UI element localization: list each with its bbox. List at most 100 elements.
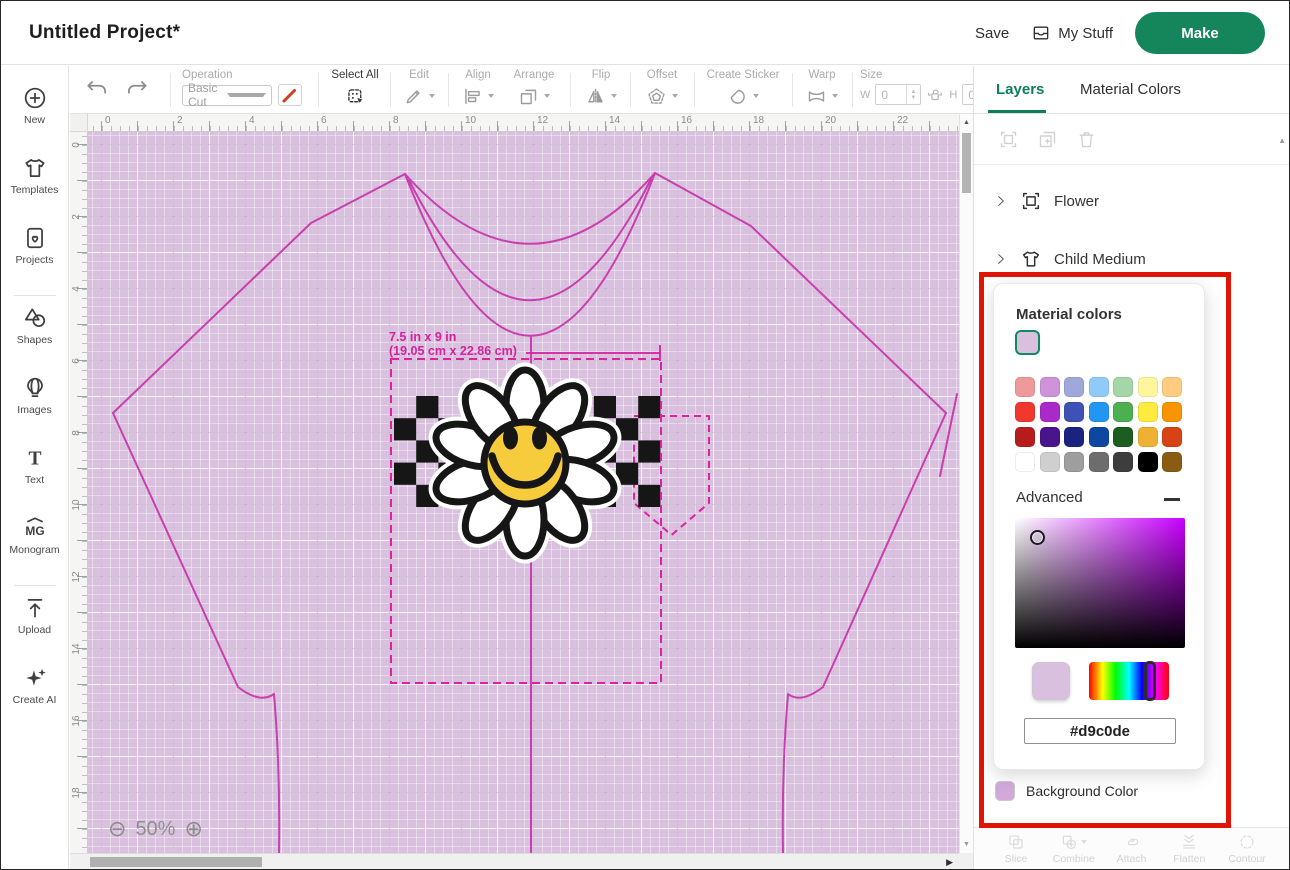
chevron-down-icon [429, 94, 435, 98]
sidebar-item-label: Upload [18, 624, 51, 636]
color-swatch[interactable] [1089, 402, 1109, 422]
tab-layers[interactable]: Layers [996, 66, 1044, 114]
align-button[interactable]: Align [454, 69, 502, 108]
app-window: Untitled Project* Save My Stuff Make New… [0, 0, 1290, 870]
undo-button[interactable] [84, 76, 112, 104]
edit-button[interactable]: Edit [396, 69, 442, 108]
sidebar-item-text[interactable]: TText [1, 445, 68, 491]
layer-row[interactable]: Child Medium [974, 236, 1277, 282]
horizontal-scroll-thumb[interactable] [90, 857, 262, 867]
color-swatch[interactable] [1064, 402, 1084, 422]
offset-button[interactable]: Offset [636, 69, 688, 108]
color-swatch[interactable] [1015, 427, 1035, 447]
color-swatch[interactable] [1015, 402, 1035, 422]
color-swatch[interactable] [1138, 377, 1158, 397]
color-swatch[interactable] [1162, 377, 1182, 397]
color-swatch[interactable] [1162, 427, 1182, 447]
color-swatch[interactable] [1113, 377, 1133, 397]
color-swatch[interactable] [1113, 452, 1133, 472]
duplicate-button[interactable] [1037, 129, 1058, 150]
ruler-number: 18 [753, 115, 764, 126]
zoom-in-button[interactable]: ⊕ [184, 819, 202, 841]
canvas-horizontal-scrollbar[interactable]: ▶ [70, 853, 959, 870]
color-swatch[interactable] [1040, 452, 1060, 472]
canvas-vertical-scrollbar[interactable]: ▲ ▼ [959, 114, 973, 853]
color-swatch[interactable] [1113, 427, 1133, 447]
zoom-control: ⊖ 50% ⊕ [108, 818, 203, 841]
selected-material-color[interactable] [1015, 330, 1040, 355]
warp-button[interactable]: Warp [798, 69, 846, 108]
chevron-right-icon[interactable] [994, 194, 1008, 208]
slice-button[interactable]: Slice [988, 833, 1044, 865]
pen-color-chip[interactable] [278, 84, 302, 106]
zoom-level: 50% [135, 818, 175, 841]
hex-color-input[interactable] [1024, 718, 1176, 744]
layer-row[interactable]: Flower [974, 178, 1277, 224]
ruler-number: 16 [71, 713, 85, 729]
zoom-out-button[interactable]: ⊖ [108, 819, 126, 841]
sidebar-item-templates[interactable]: Templates [1, 155, 68, 201]
sidebar-item-upload[interactable]: Upload [1, 595, 68, 641]
color-swatch[interactable] [1162, 402, 1182, 422]
color-swatch[interactable] [1064, 377, 1084, 397]
color-swatch[interactable] [1089, 452, 1109, 472]
sidebar-item-monogram[interactable]: MGMonogram [1, 515, 68, 561]
color-swatch[interactable] [1113, 402, 1133, 422]
sidebar-item-shapes[interactable]: Shapes [1, 305, 68, 351]
tab-material-colors[interactable]: Material Colors [1080, 66, 1181, 114]
redo-button[interactable] [124, 76, 152, 104]
scroll-up-icon[interactable]: ▲ [960, 119, 973, 126]
flip-button[interactable]: Flip [578, 69, 624, 108]
color-swatch[interactable] [1015, 377, 1035, 397]
collapse-icon[interactable] [1164, 498, 1180, 501]
select-all-button[interactable]: Select All [326, 69, 384, 108]
color-swatch[interactable] [1138, 427, 1158, 447]
canvas-grid[interactable]: 7.5 in x 9 in (19.05 cm x 22.86 cm) ⊖ 50… [88, 132, 959, 853]
sidebar-item-new[interactable]: New [1, 85, 68, 131]
lock-icon[interactable] [926, 86, 944, 104]
popup-title: Material colors [1016, 306, 1122, 323]
color-swatch[interactable] [1138, 452, 1158, 472]
color-swatch[interactable] [1064, 452, 1084, 472]
sidebar-item-create-ai[interactable]: Create AI [1, 665, 68, 711]
sidebar-item-projects[interactable]: Projects [1, 225, 68, 271]
color-swatch[interactable] [1064, 427, 1084, 447]
width-input[interactable]: ▲▼ [875, 84, 921, 105]
flatten-button[interactable]: Flatten [1161, 833, 1217, 865]
background-color-row[interactable]: Background Color [995, 781, 1138, 801]
color-swatch[interactable] [1089, 377, 1109, 397]
color-swatch[interactable] [1040, 402, 1060, 422]
delete-button[interactable] [1076, 129, 1097, 150]
color-swatch[interactable] [1089, 427, 1109, 447]
hue-slider[interactable] [1089, 662, 1169, 700]
scroll-down-icon[interactable]: ▼ [960, 841, 973, 848]
background-color-swatch[interactable] [995, 781, 1015, 801]
warp-label: Warp [798, 69, 846, 81]
arrange-button[interactable]: Arrange [506, 69, 562, 108]
images-icon [22, 375, 48, 401]
my-stuff-button[interactable]: My Stuff [1031, 23, 1113, 43]
scroll-right-icon[interactable]: ▶ [946, 857, 953, 868]
create-sticker-button[interactable]: Create Sticker [700, 69, 786, 108]
color-swatch[interactable] [1138, 402, 1158, 422]
color-swatch[interactable] [1040, 377, 1060, 397]
group-button[interactable] [998, 129, 1019, 150]
color-swatch[interactable] [1162, 452, 1182, 472]
color-swatch[interactable] [1015, 452, 1035, 472]
sidebar-item-images[interactable]: Images [1, 375, 68, 421]
width-field[interactable] [876, 85, 906, 104]
attach-button[interactable]: Attach [1104, 833, 1160, 865]
contour-button[interactable]: Contour [1219, 833, 1275, 865]
width-stepper[interactable]: ▲▼ [906, 85, 919, 104]
bottom-toolbar: SliceCombineAttachFlattenContour [974, 827, 1289, 869]
hue-slider-thumb[interactable] [1144, 661, 1156, 701]
vertical-scroll-thumb[interactable] [962, 133, 971, 193]
color-swatch[interactable] [1040, 427, 1060, 447]
picker-cursor[interactable] [1030, 530, 1045, 545]
combine-button[interactable]: Combine [1046, 833, 1102, 865]
operation-dropdown[interactable]: Basic Cut [182, 85, 272, 106]
chevron-right-icon[interactable] [994, 252, 1008, 266]
save-button[interactable]: Save [975, 25, 1009, 42]
make-button[interactable]: Make [1135, 12, 1265, 54]
panel-scroll-up-icon[interactable]: ▲ [1278, 136, 1286, 145]
